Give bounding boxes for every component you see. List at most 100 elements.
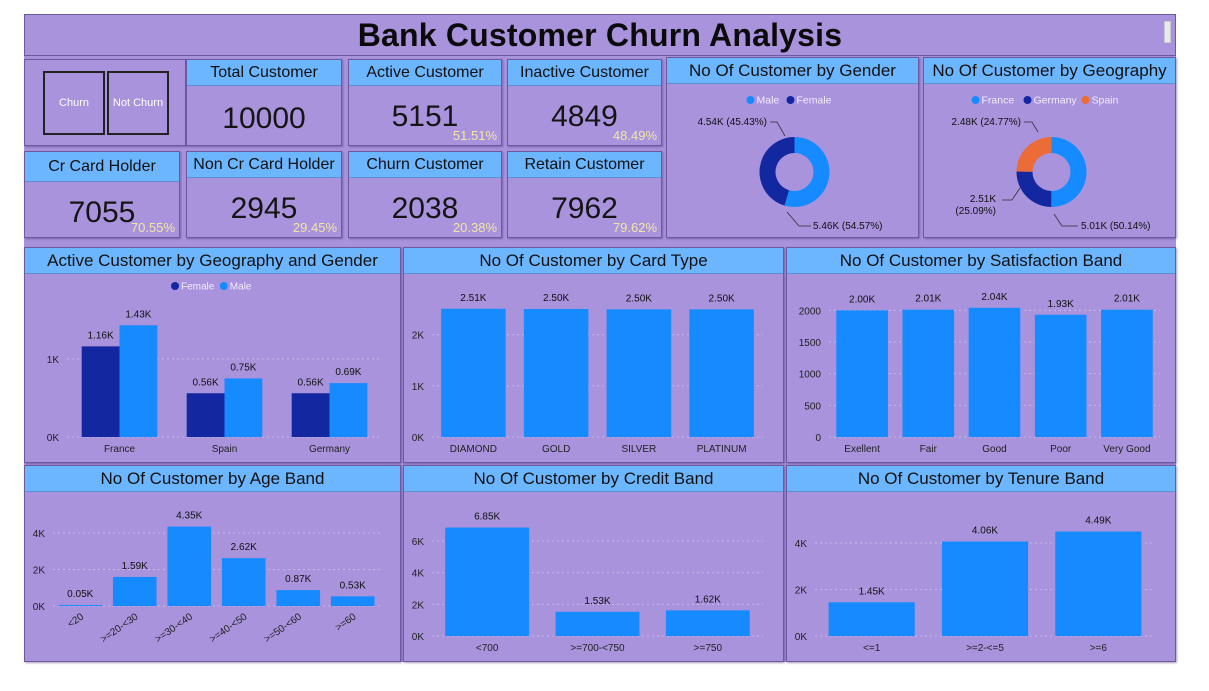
donut-slice[interactable] — [1016, 137, 1052, 172]
bar[interactable] — [828, 602, 915, 636]
bar[interactable] — [606, 309, 672, 437]
bar[interactable] — [1034, 314, 1087, 437]
kpi-total-customer: Total Customer 10000 — [186, 59, 342, 146]
data-label: 2.01K — [1114, 294, 1140, 305]
y-tick-label: 1K — [412, 382, 425, 393]
bar[interactable] — [836, 310, 888, 437]
bar[interactable] — [968, 307, 1021, 437]
bar[interactable] — [221, 558, 266, 606]
y-tick-label: 0K — [412, 632, 425, 643]
y-tick-label: 6K — [412, 537, 425, 548]
kpi-label: Retain Customer — [508, 152, 661, 178]
data-label: 5.46K (54.57%) — [813, 221, 883, 232]
chart-svg: Male Female 5.46K (54.57%) 4.54K (45.43%) — [698, 95, 883, 233]
y-tick-label: 2K — [33, 565, 46, 576]
bar[interactable] — [441, 308, 506, 437]
data-label: 2.00K — [849, 294, 875, 305]
x-tick-label: <700 — [476, 643, 499, 654]
bar[interactable] — [689, 309, 754, 437]
legend-item: France — [982, 95, 1015, 107]
card-type-bar-panel: No Of Customer by Card Type 0K 1K 2K 2.51K DI… — [403, 247, 784, 463]
bar[interactable] — [186, 393, 225, 437]
kpi-label: Total Customer — [187, 60, 341, 86]
chart-title: No Of Customer by Gender — [667, 58, 918, 84]
donut-slice[interactable] — [1051, 137, 1087, 207]
bar[interactable] — [58, 605, 103, 606]
geo-gender-bar-panel: Active Customer by Geography and Gender 0… — [24, 247, 401, 463]
data-label: 2.51K — [970, 194, 996, 205]
chart-title: No Of Customer by Satisfaction Band — [787, 248, 1175, 274]
bar[interactable] — [665, 610, 750, 636]
bar[interactable] — [276, 590, 321, 606]
data-label: 2.50K — [543, 293, 569, 304]
legend-marker — [786, 96, 795, 104]
legend-item: Spain — [1092, 95, 1119, 107]
leader-line — [786, 211, 811, 227]
scrollbar[interactable] — [1164, 21, 1171, 43]
y-tick-label: 1000 — [799, 370, 822, 381]
y-tick-label: 0 — [815, 433, 821, 444]
chart-svg: 0K 1K 2K 2.51K DIAMOND 2.50K GOLD 2.50K SILVER 2.… — [412, 293, 763, 455]
kpi-value: 10000 — [222, 102, 306, 135]
y-tick-label: 4K — [33, 529, 46, 540]
bar[interactable] — [1101, 309, 1153, 437]
x-tick-label: >=50-<60 — [262, 611, 304, 645]
data-label: 1.59K — [122, 561, 148, 572]
age-band-bar-panel: No Of Customer by Age Band 0K 2K 4K 0.05K <20… — [24, 465, 401, 662]
legend-item: Female — [797, 95, 832, 107]
bar[interactable] — [555, 611, 640, 636]
y-tick-label: 2K — [412, 331, 425, 342]
gender-donut-panel: No Of Customer by Gender Male Female 5.46K … — [666, 57, 919, 238]
data-label: 0.87K — [285, 574, 311, 585]
bar[interactable] — [329, 383, 368, 437]
bar[interactable] — [167, 526, 212, 606]
x-tick-label: PLATINUM — [697, 444, 747, 455]
y-tick-label: 2K — [412, 600, 425, 611]
x-tick-label: Germany — [309, 444, 350, 455]
chart-title: Active Customer by Geography and Gender — [25, 248, 400, 274]
legend-item: Male — [757, 95, 780, 107]
bar[interactable] — [523, 309, 589, 437]
kpi-inactive-customer: Inactive Customer 4849 48.49% — [507, 59, 662, 146]
churn-slicer: Churn Not Churn — [24, 59, 186, 146]
bar[interactable] — [119, 325, 158, 437]
bar[interactable] — [81, 346, 120, 437]
donut-slice[interactable] — [1016, 171, 1052, 207]
not-churn-button[interactable]: Not Churn — [107, 71, 169, 135]
dashboard-title-bar: Bank Customer Churn Analysis — [24, 14, 1176, 56]
x-tick-label: >=700-<750 — [570, 643, 625, 654]
bar[interactable] — [1055, 531, 1142, 636]
data-label: 6.85K — [474, 512, 500, 523]
kpi-label: Non Cr Card Holder — [187, 152, 341, 178]
bar[interactable] — [224, 378, 263, 437]
x-tick-label: Very Good — [1103, 444, 1150, 455]
data-label: 2.48K (24.77%) — [952, 117, 1022, 128]
chart-legend: Female Male — [171, 282, 252, 293]
legend-marker — [219, 282, 228, 290]
bar[interactable] — [445, 527, 530, 636]
chart-svg: 0K 2K 4K 0.05K <20 1.59K >=20-<30 4.35K >=30-<40… — [33, 511, 380, 645]
kpi-label: Cr Card Holder — [25, 152, 179, 182]
x-tick-label: France — [104, 444, 136, 455]
leader-line — [770, 121, 786, 137]
bar[interactable] — [330, 596, 375, 606]
chart-svg: 0K 2K 4K 6K 6.85K <700 1.53K >=700-<750 1.62K >=7… — [412, 512, 763, 654]
x-tick-label: >=30-<40 — [153, 611, 195, 645]
chart-title: No Of Customer by Card Type — [404, 248, 783, 274]
kpi-percent: 48.49% — [612, 128, 657, 143]
kpi-label: Active Customer — [349, 60, 501, 86]
x-tick-label: DIAMOND — [450, 444, 497, 455]
bar[interactable] — [112, 576, 157, 606]
credit-band-bar-panel: No Of Customer by Credit Band 0K 2K 4K 6K 6.8… — [403, 465, 784, 662]
bar[interactable] — [941, 541, 1029, 636]
data-label: 1.43K — [125, 309, 151, 320]
y-tick-label: 500 — [804, 401, 821, 412]
bar[interactable] — [291, 393, 330, 437]
bar[interactable] — [902, 309, 955, 437]
leader-line — [1024, 121, 1039, 133]
churn-button[interactable]: Churn — [43, 71, 105, 135]
kpi-label: Churn Customer — [349, 152, 501, 178]
kpi-percent: 20.38% — [452, 220, 497, 235]
y-tick-label: 0K — [412, 433, 425, 444]
data-label: 1.16K — [88, 330, 114, 341]
